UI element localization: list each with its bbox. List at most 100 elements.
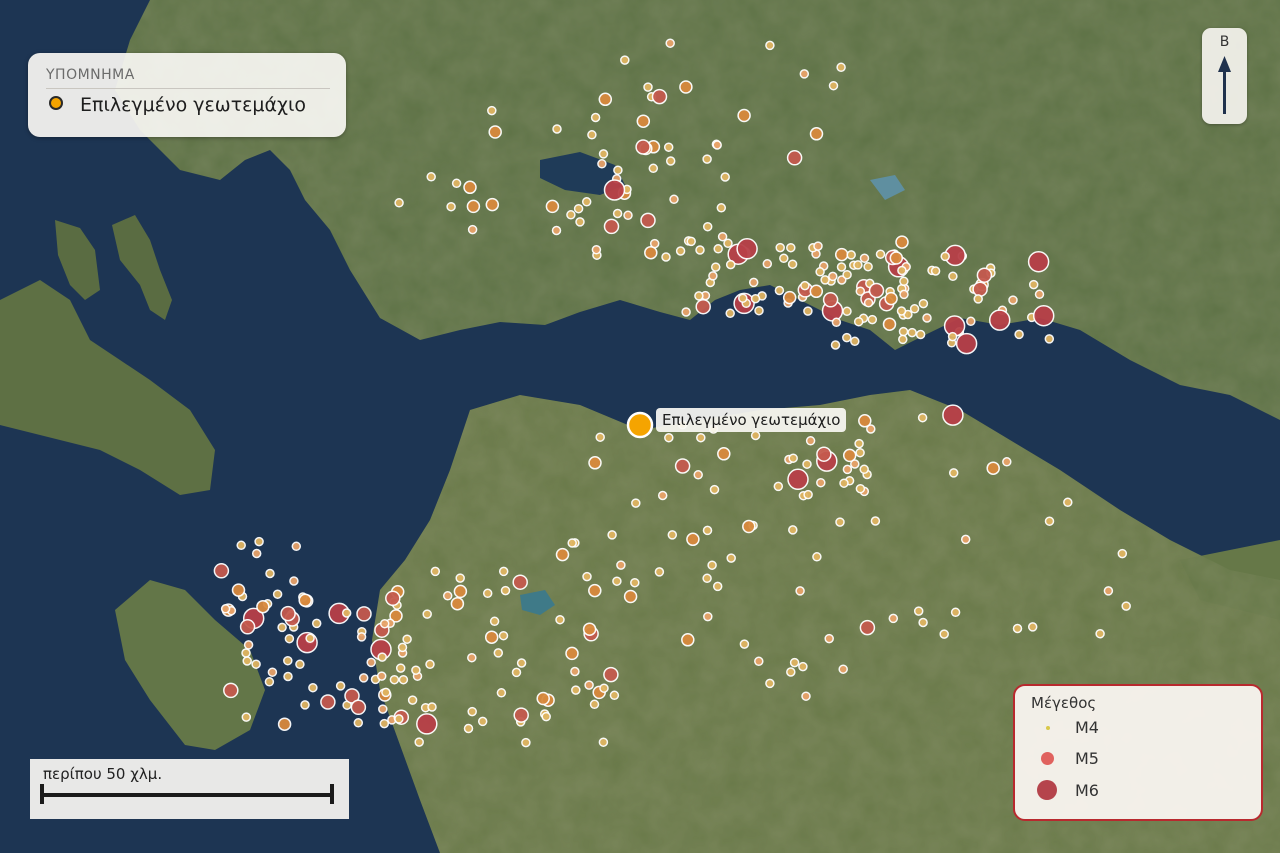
earthquake-marker xyxy=(570,666,580,677)
earthquake-marker xyxy=(789,657,800,668)
earthquake-marker xyxy=(774,285,785,296)
selected-parcel-marker[interactable] xyxy=(626,411,654,439)
earthquake-marker xyxy=(1103,586,1114,596)
earthquake-marker xyxy=(1044,516,1055,526)
earthquake-marker xyxy=(681,633,695,647)
earthquake-marker xyxy=(742,519,756,534)
earthquake-marker xyxy=(842,269,852,280)
earthquake-marker xyxy=(598,737,609,747)
earthquake-marker xyxy=(555,547,570,562)
earthquake-marker xyxy=(868,282,885,299)
earthquake-marker xyxy=(803,306,813,316)
earthquake-marker xyxy=(940,251,950,262)
earthquake-marker xyxy=(947,331,958,342)
earthquake-marker xyxy=(748,277,759,288)
earthquake-marker xyxy=(463,723,474,734)
earthquake-marker xyxy=(712,140,722,150)
earthquake-marker xyxy=(1012,623,1023,634)
earthquake-marker xyxy=(1008,295,1018,305)
earthquake-marker xyxy=(455,573,465,583)
earthquake-marker xyxy=(411,665,421,675)
earthquake-marker xyxy=(236,540,246,551)
earthquake-marker xyxy=(754,656,764,667)
earthquake-marker xyxy=(788,525,798,535)
earthquake-marker xyxy=(1044,334,1055,344)
scale-line xyxy=(41,793,333,797)
earthquake-marker xyxy=(863,261,873,272)
earthquake-marker xyxy=(713,244,723,254)
earthquake-marker xyxy=(702,221,713,232)
earthquake-marker xyxy=(787,468,809,491)
earthquake-marker xyxy=(930,266,941,276)
earthquake-marker xyxy=(654,567,665,577)
earthquake-marker xyxy=(291,541,302,552)
earthquake-marker xyxy=(707,560,717,570)
earthquake-marker xyxy=(607,530,617,540)
earthquake-marker xyxy=(511,667,522,678)
earthquake-marker xyxy=(664,432,674,443)
earthquake-marker xyxy=(488,125,502,139)
earthquake-marker xyxy=(381,687,391,698)
earthquake-marker xyxy=(867,314,878,325)
earthquake-marker xyxy=(521,737,531,748)
earthquake-marker xyxy=(738,293,748,303)
earthquake-marker xyxy=(379,618,390,629)
earthquake-marker xyxy=(717,231,728,242)
earthquake-marker xyxy=(280,605,296,622)
earthquake-marker xyxy=(277,717,292,731)
earthquake-marker xyxy=(820,275,830,285)
earthquake-marker xyxy=(1063,497,1073,508)
earthquake-marker xyxy=(828,271,838,282)
earthquake-marker xyxy=(589,699,600,710)
earthquake-marker xyxy=(899,289,909,300)
earthquake-marker xyxy=(702,154,712,164)
earthquake-marker xyxy=(842,464,853,475)
earthquake-marker xyxy=(442,591,453,601)
earthquake-marker xyxy=(595,432,605,442)
earthquake-marker xyxy=(918,298,929,309)
earthquake-marker xyxy=(853,260,863,270)
selected-parcel-callout: Επιλεγμένο γεωτεμάχιο xyxy=(656,408,847,432)
earthquake-marker xyxy=(512,574,528,590)
earthquake-marker xyxy=(966,316,976,327)
earthquake-marker xyxy=(1027,250,1050,273)
earthquake-marker xyxy=(850,459,860,469)
earthquake-marker xyxy=(909,304,920,314)
earthquake-marker xyxy=(665,38,675,48)
earthquake-marker xyxy=(644,245,658,260)
earthquake-marker xyxy=(681,307,691,317)
earthquake-marker xyxy=(1095,628,1105,639)
legend-divider xyxy=(46,88,330,89)
earthquake-marker xyxy=(897,265,907,276)
earthquake-marker xyxy=(451,178,462,189)
earthquake-marker xyxy=(896,306,907,316)
earthquake-marker xyxy=(489,616,500,627)
earthquake-marker xyxy=(450,596,465,611)
earthquake-marker xyxy=(717,447,731,461)
earthquake-marker xyxy=(603,179,626,201)
earthquake-marker xyxy=(884,291,898,306)
earthquake-marker xyxy=(467,706,477,717)
earthquake-marker xyxy=(467,652,477,663)
earthquake-marker xyxy=(407,695,418,705)
earthquake-marker xyxy=(603,218,620,235)
earthquake-marker xyxy=(416,713,438,735)
earthquake-marker xyxy=(800,280,810,291)
north-arrow-icon xyxy=(1218,56,1231,114)
earthquake-marker xyxy=(754,305,764,316)
earthquake-marker xyxy=(895,235,909,249)
earthquake-marker xyxy=(453,584,468,599)
earthquake-marker xyxy=(467,224,478,235)
earthquake-marker xyxy=(669,194,679,205)
earthquake-marker xyxy=(710,262,721,272)
earthquake-marker xyxy=(812,552,822,562)
earthquake-marker xyxy=(588,583,602,598)
earthquake-marker xyxy=(305,633,315,644)
earthquake-marker xyxy=(695,298,711,315)
earthquake-marker xyxy=(859,619,876,636)
earthquake-marker xyxy=(686,532,700,547)
earthquake-marker xyxy=(801,691,811,701)
earthquake-marker xyxy=(976,267,993,283)
magnitude-legend-row: M4 xyxy=(1015,715,1261,741)
earthquake-marker xyxy=(541,711,551,722)
